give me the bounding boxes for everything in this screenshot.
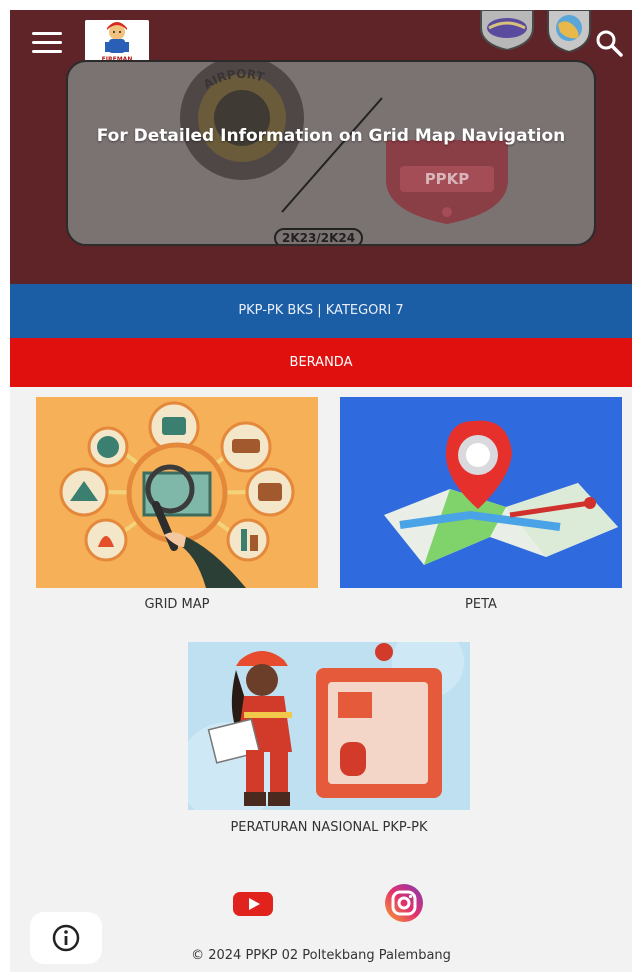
app-frame: FIREMAN xyxy=(10,10,632,972)
grid-map-card[interactable]: GRID MAP xyxy=(36,397,318,622)
shield-emblem-icon xyxy=(480,10,534,50)
fireman-logo[interactable]: FIREMAN xyxy=(85,20,149,64)
nav-home-tab[interactable]: BERANDA xyxy=(10,338,632,387)
globe-emblem-icon xyxy=(547,10,591,52)
banner-title: For Detailed Information on Grid Map Nav… xyxy=(96,126,566,146)
copyright-footer: © 2024 PPKP 02 Poltekbang Palembang xyxy=(191,948,451,963)
youtube-icon[interactable] xyxy=(232,888,274,920)
regulation-card[interactable]: PERATURAN NASIONAL PKP-PK xyxy=(188,642,470,857)
grid-map-label: GRID MAP xyxy=(144,597,210,612)
banner-artwork: AIRPORT PPKP xyxy=(180,62,508,224)
grid-map-illustration xyxy=(36,397,318,588)
instagram-icon[interactable] xyxy=(378,883,430,923)
hero-header: FIREMAN xyxy=(10,10,632,284)
regulation-label: PERATURAN NASIONAL PKP-PK xyxy=(230,820,428,835)
firefighter-illustration xyxy=(188,642,470,810)
ppkp-badge-text: PPKP xyxy=(425,170,470,188)
search-icon[interactable] xyxy=(594,28,624,58)
peta-label: PETA xyxy=(465,597,497,612)
hamburger-menu-icon[interactable] xyxy=(32,32,62,54)
peta-card[interactable]: PETA xyxy=(340,397,622,622)
unit-category-band: PKP-PK BKS | KATEGORI 7 xyxy=(10,284,632,338)
grid-map-info-banner[interactable]: AIRPORT PPKP For Detailed Information on… xyxy=(66,60,596,246)
peta-illustration xyxy=(340,397,622,588)
banner-code-badge: 2K23/2K24 xyxy=(274,228,364,244)
